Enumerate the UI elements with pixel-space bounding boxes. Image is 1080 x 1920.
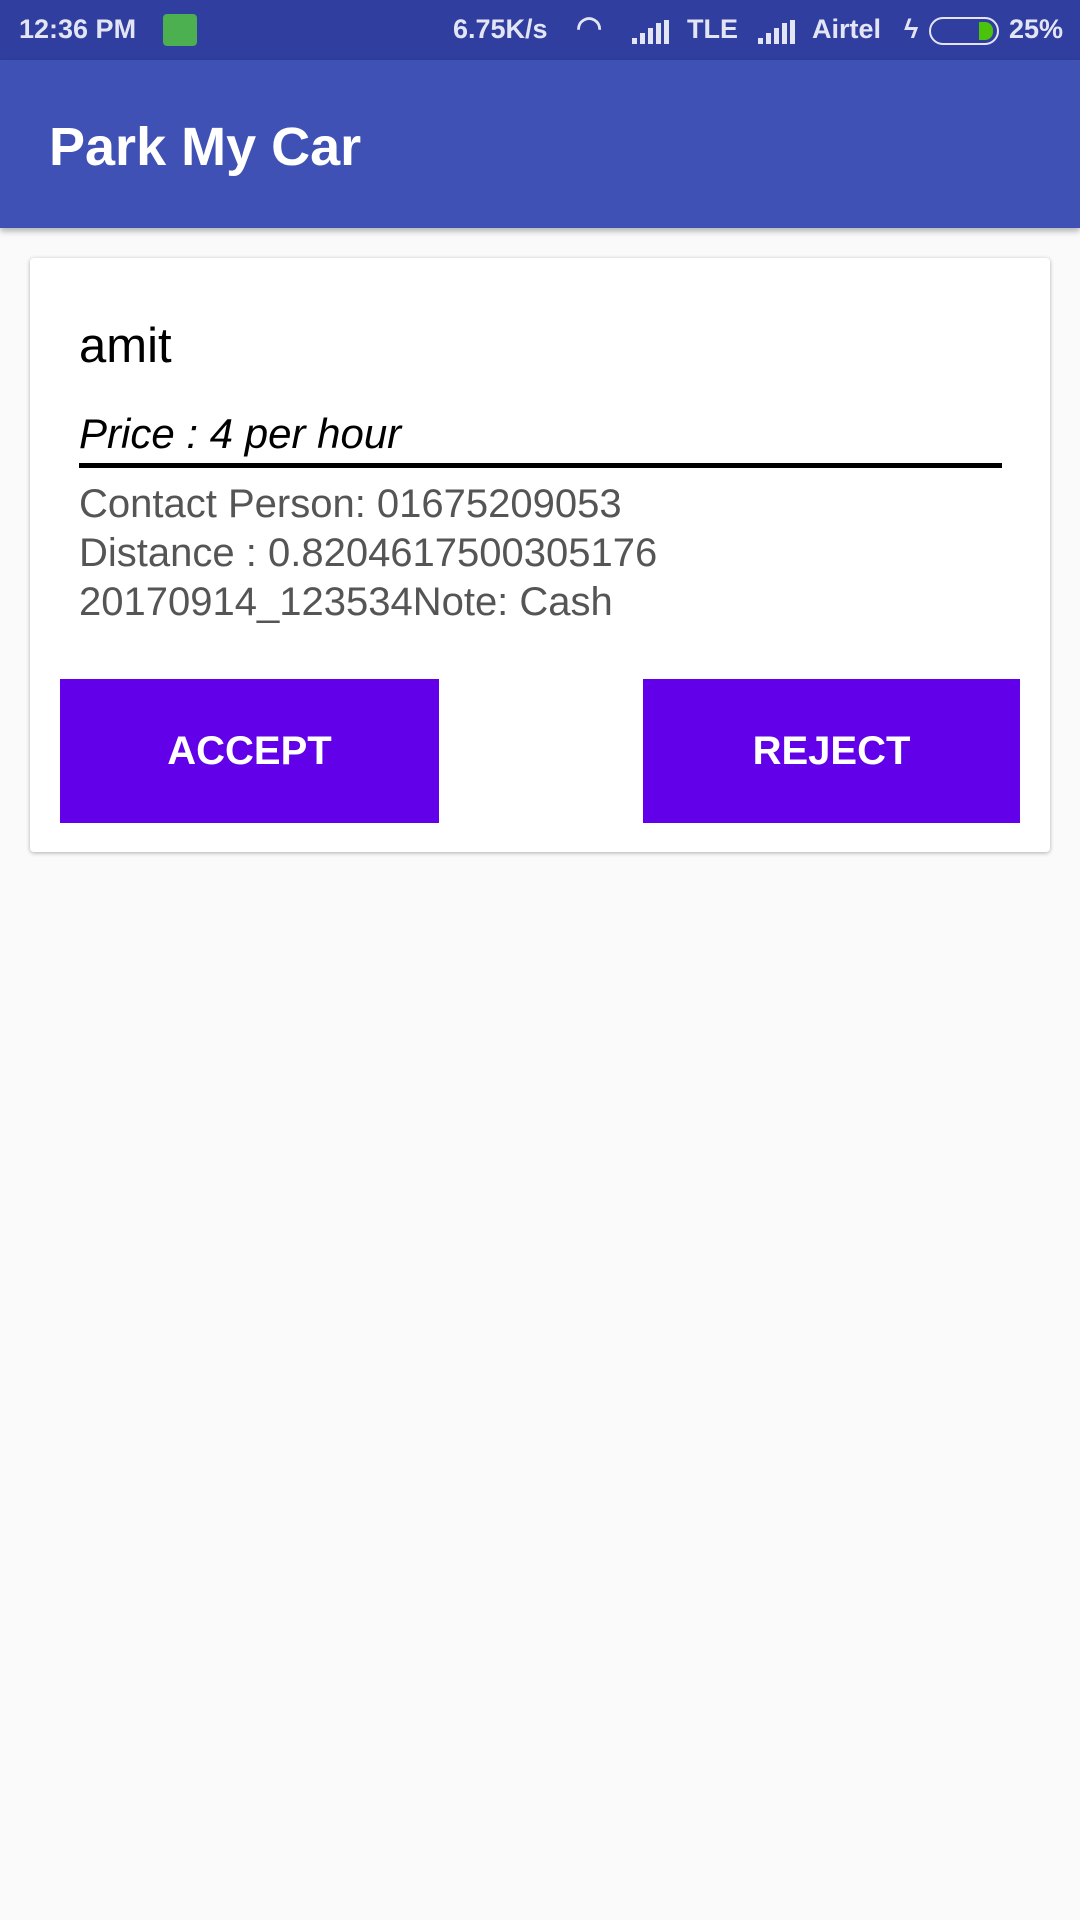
battery-icon xyxy=(929,17,999,45)
requester-name: amit xyxy=(79,319,172,373)
price-text: Price : 4 per hour xyxy=(79,410,402,457)
notification-app-icon xyxy=(163,14,197,46)
app-bar: Park My Car xyxy=(0,60,1080,228)
parking-request-card: amit Price : 4 per hour Contact Person: … xyxy=(30,258,1050,852)
accept-button[interactable]: ACCEPT xyxy=(60,679,439,823)
wifi-icon: ◠ xyxy=(576,11,603,44)
battery-percent: 25% xyxy=(1009,14,1064,44)
status-time: 12:36 PM xyxy=(19,14,137,44)
status-bar: 12:36 PM 6.75K/s ◠ TLE Airtel ϟ 25% xyxy=(0,0,1080,60)
divider xyxy=(79,463,1002,468)
note: 20170914_123534Note: Cash xyxy=(79,580,613,624)
signal-icon-2 xyxy=(758,20,796,44)
network-type: TLE xyxy=(687,14,738,44)
contact-person: Contact Person: 01675209053 xyxy=(79,482,622,526)
details: Contact Person: 01675209053 Distance : 0… xyxy=(79,480,657,627)
charging-icon: ϟ xyxy=(904,14,919,44)
carrier-name: Airtel xyxy=(812,14,882,44)
distance: Distance : 0.8204617500305176 xyxy=(79,531,658,575)
reject-button[interactable]: REJECT xyxy=(643,679,1020,823)
signal-icon xyxy=(632,20,670,44)
network-speed: 6.75K/s xyxy=(453,14,548,44)
app-title: Park My Car xyxy=(49,117,362,177)
